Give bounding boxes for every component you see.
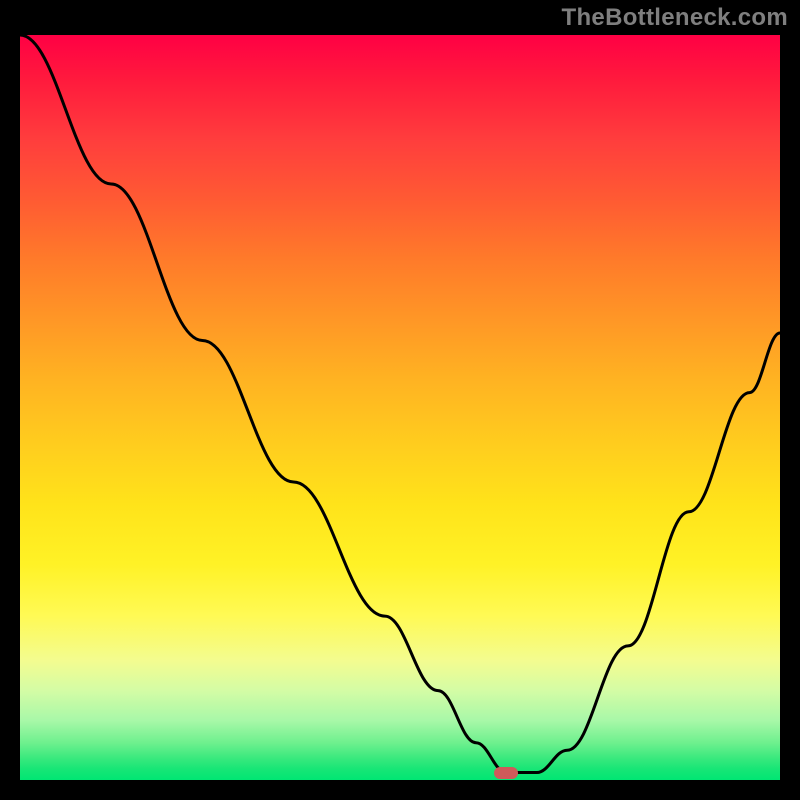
plot-area — [20, 35, 780, 780]
bottleneck-curve — [20, 35, 780, 780]
chart-frame: TheBottleneck.com — [0, 0, 800, 800]
attribution-label: TheBottleneck.com — [562, 4, 788, 32]
optimal-marker — [494, 767, 518, 779]
